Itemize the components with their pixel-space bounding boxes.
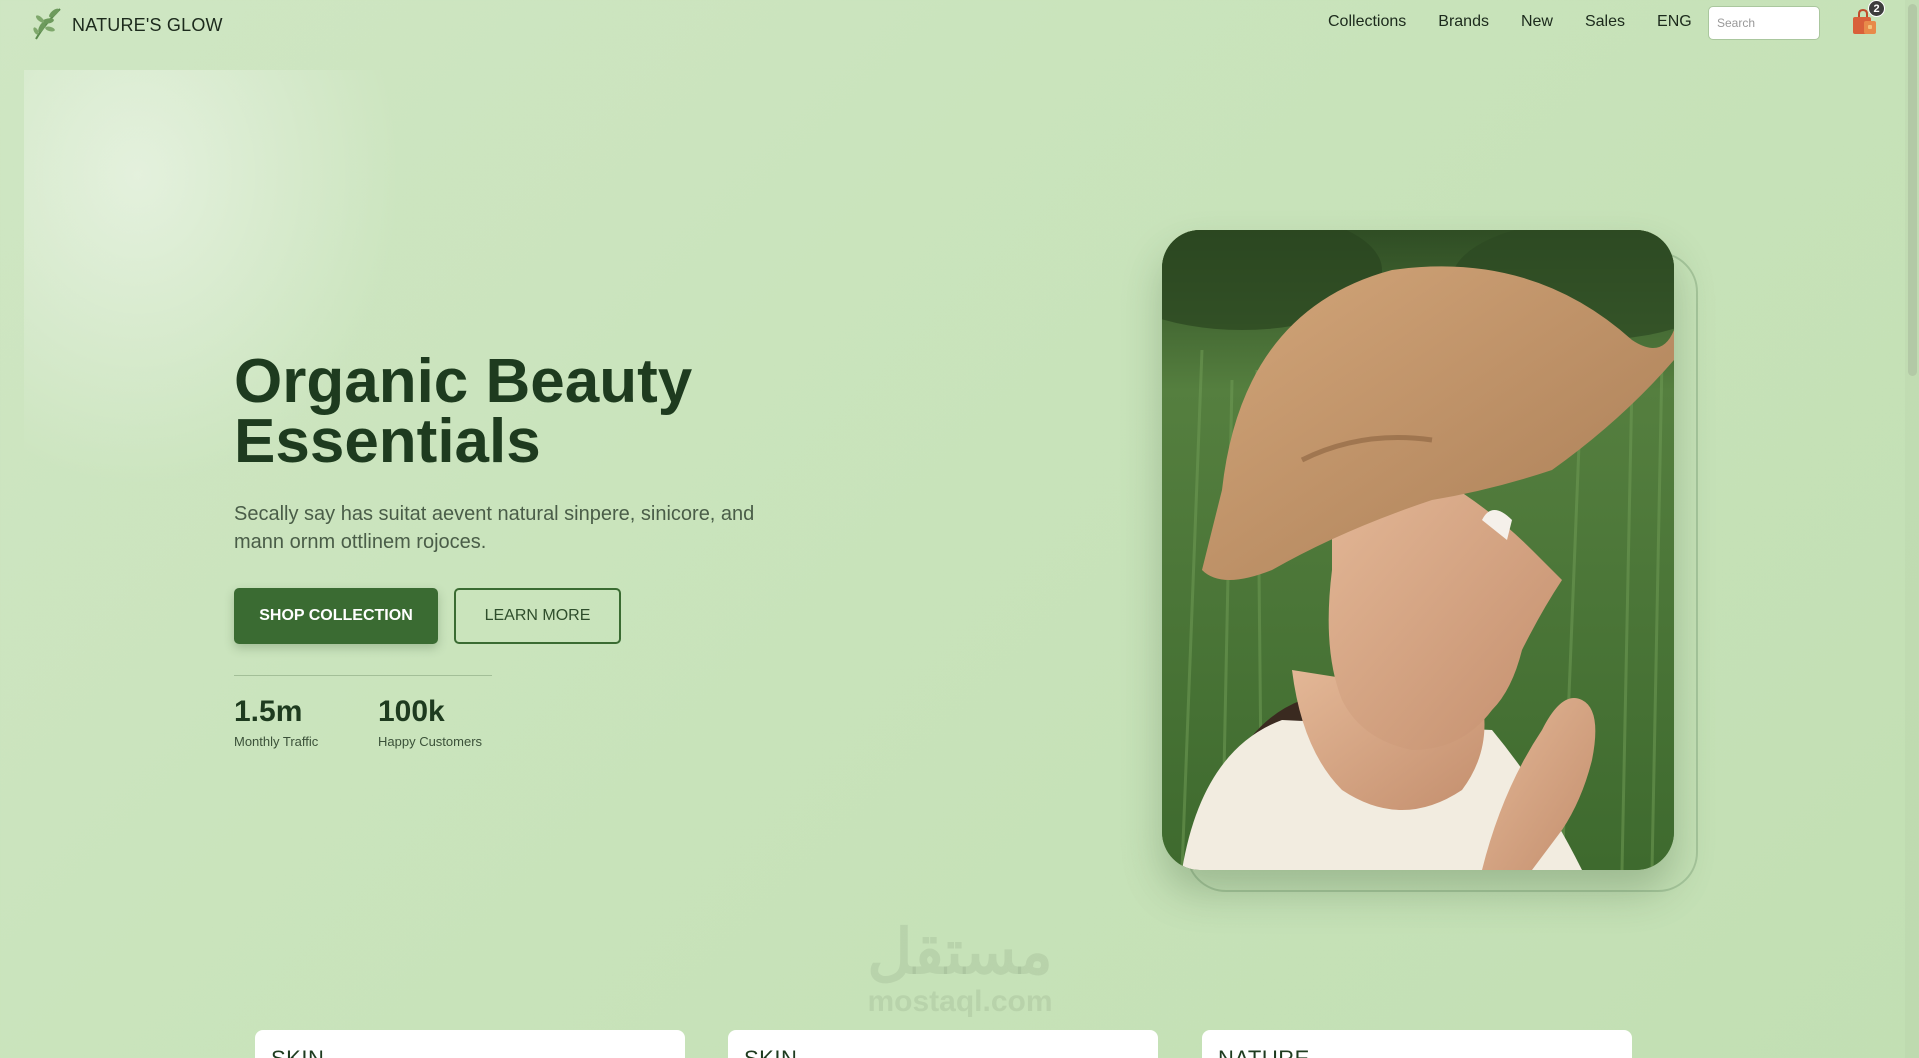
brand-name: NATURE'S GLOW [72, 15, 223, 35]
stat-monthly-traffic: 1.5m Monthly Traffic [234, 694, 318, 749]
category-card-title: SKIN [744, 1046, 797, 1058]
page-scrollbar[interactable] [1905, 0, 1919, 1058]
main-nav: Collections Brands New Sales ENG [1328, 13, 1692, 31]
hero-title-line-2: Essentials [234, 407, 541, 476]
category-card-title: SKIN [271, 1046, 324, 1058]
stat-value: 100k [378, 695, 445, 728]
hero-title-line-1: Organic Beauty [234, 347, 693, 416]
category-card-nature[interactable]: NATURE [1202, 1030, 1632, 1058]
category-card-skin-2[interactable]: SKIN [728, 1030, 1158, 1058]
nav-collections[interactable]: Collections [1328, 13, 1406, 31]
site-header: NATURE'S GLOW Collections Brands New Sal… [0, 0, 1919, 46]
cart-count-badge: 2 [1868, 0, 1885, 17]
stats-divider [234, 675, 492, 676]
watermark: مستقل mostaql.com [840, 920, 1080, 1018]
learn-more-button[interactable]: LEARN MORE [454, 588, 621, 644]
cart-button[interactable]: 2 [1850, 0, 1885, 36]
nav-brands[interactable]: Brands [1438, 13, 1489, 31]
stat-value: 1.5m [234, 695, 303, 728]
hero-image [1162, 230, 1674, 870]
nav-sales[interactable]: Sales [1585, 13, 1625, 31]
watermark-latin: mostaql.com [867, 985, 1053, 1018]
stat-happy-customers: 100k Happy Customers [378, 694, 482, 749]
stat-label: Monthly Traffic [234, 734, 319, 749]
shop-collection-button[interactable]: SHOP COLLECTION [234, 588, 438, 644]
hero-subtitle-line-1: Secally say has suitat aevent natural si… [234, 503, 755, 525]
category-card-title: NATURE [1218, 1046, 1310, 1058]
hero-title: Organic Beauty Essentials [234, 351, 834, 473]
leaf-sprig-icon [28, 5, 66, 46]
category-card-skin-1[interactable]: SKIN [255, 1030, 685, 1058]
hero-subtitle-line-2: mann ornm ottlinem rojoces. [234, 531, 487, 553]
search-input[interactable] [1708, 6, 1820, 40]
language-selector[interactable]: ENG [1657, 13, 1692, 31]
watermark-arabic: مستقل [867, 918, 1053, 987]
scrollbar-thumb[interactable] [1908, 4, 1917, 376]
hero-subtitle: Secally say has suitat aevent natural si… [234, 500, 774, 556]
logo[interactable]: NATURE'S GLOW [28, 5, 223, 46]
stat-label: Happy Customers [378, 734, 483, 749]
nav-new[interactable]: New [1521, 13, 1553, 31]
